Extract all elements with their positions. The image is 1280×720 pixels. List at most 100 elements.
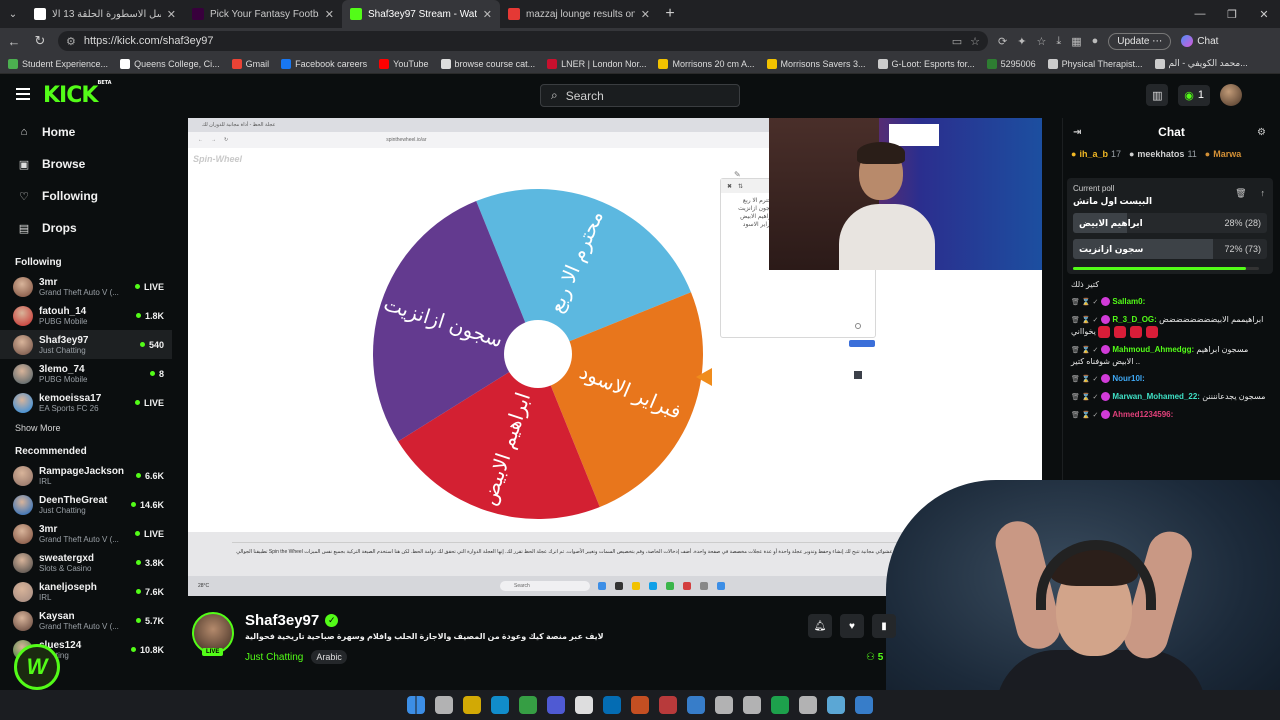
taskbar-app-icon[interactable] [519, 696, 537, 714]
delete-poll-icon[interactable]: 🗑︎ [1235, 188, 1246, 199]
minimize-button[interactable]: — [1184, 0, 1216, 28]
chat-username[interactable]: Ahmed1234596: [1112, 410, 1173, 419]
windows-start-icon[interactable] [407, 696, 425, 714]
channel-item[interactable]: kaneljoseph IRL 7.6K [0, 577, 172, 606]
language-tag[interactable]: Arabic [311, 650, 347, 664]
chat-username[interactable]: Mahmoud_Ahmedgg: [1112, 345, 1194, 354]
leaderboard-entry[interactable]: ● meekhatos 11 [1129, 146, 1197, 162]
library-icon[interactable]: ▥ [1146, 84, 1169, 106]
taskbar-app-icon[interactable] [799, 696, 817, 714]
browser-tab[interactable]: Pick Your Fantasy Football Team | ✕ [184, 0, 342, 28]
favorites-icon[interactable]: ☆ [1036, 35, 1046, 48]
url-text[interactable]: https://kick.com/shaf3ey97 [84, 35, 944, 47]
chat-settings-icon[interactable]: ⚙ [1257, 127, 1266, 138]
bookmark-item[interactable]: Facebook careers [281, 58, 367, 69]
notifications-button[interactable]: ◉ 1 [1178, 84, 1210, 106]
maximize-button[interactable]: ❐ [1216, 0, 1248, 28]
mod-actions-icon[interactable]: 🗑︎ ⌛ ✓ [1071, 299, 1098, 306]
minimize-poll-icon[interactable]: ↑ [1261, 188, 1266, 199]
poll-option[interactable]: ابراهيم الابيض 28% (28) [1073, 213, 1267, 233]
show-more-link[interactable]: Show More [0, 417, 172, 439]
channel-item[interactable]: RampageJackson IRL 6.6K [0, 461, 172, 490]
search-input[interactable]: ⌕ Search [540, 84, 740, 107]
new-tab-button[interactable]: + [658, 5, 682, 23]
nav-home[interactable]: ⌂ Home [0, 116, 172, 148]
taskbar-app-icon[interactable] [575, 696, 593, 714]
taskbar-app-icon[interactable] [715, 696, 733, 714]
bookmark-item[interactable]: Morrisons Savers 3... [766, 58, 866, 69]
nav-following[interactable]: ♡ Following [0, 180, 172, 212]
category-link[interactable]: Just Chatting [245, 652, 303, 663]
taskbar-app-icon[interactable] [603, 696, 621, 714]
channel-item[interactable]: 3lemo_74 PUBG Mobile 8 [0, 359, 172, 388]
chat-username[interactable]: Nour10l: [1112, 374, 1144, 383]
gift-icon[interactable]: ▮ [872, 614, 896, 638]
menu-icon[interactable] [16, 88, 30, 100]
taskbar-app-icon[interactable] [855, 696, 873, 714]
site-info-icon[interactable]: ⚙ [66, 35, 76, 48]
mod-actions-icon[interactable]: 🗑︎ ⌛ ✓ [1071, 376, 1098, 383]
puzzle-icon[interactable]: ✦ [1017, 35, 1026, 48]
taskbar-app-icon[interactable] [827, 696, 845, 714]
mod-actions-icon[interactable]: 🗑︎ ⌛ ✓ [1071, 347, 1098, 354]
close-window-button[interactable]: ✕ [1248, 0, 1280, 28]
bookmark-item[interactable]: Morrisons 20 cm A... [658, 58, 755, 69]
mod-actions-icon[interactable]: 🗑︎ ⌛ ✓ [1071, 317, 1098, 324]
bookmark-star-icon[interactable]: ☆ [970, 35, 980, 48]
copilot-chat-button[interactable]: Chat [1181, 35, 1218, 47]
bookmark-item[interactable]: G-Loot: Esports for... [877, 58, 975, 69]
close-tab-icon[interactable]: ✕ [167, 8, 176, 21]
mod-actions-icon[interactable]: 🗑︎ ⌛ ✓ [1071, 412, 1098, 419]
channel-item[interactable]: Shaf3ey97 Just Chatting 540 [0, 330, 172, 359]
reload-icon[interactable]: ↻ [32, 33, 48, 49]
kick-logo[interactable]: KICKBETA [43, 80, 112, 108]
back-icon[interactable]: ← [6, 34, 22, 49]
close-tab-icon[interactable]: ✕ [325, 8, 334, 21]
browser-tab[interactable]: مسلسل الاسطورة الحلقة 13 الا ✕ [26, 0, 184, 28]
nav-browse[interactable]: ▣ Browse [0, 148, 172, 180]
chat-username[interactable]: R_3_D_OG: [1112, 315, 1156, 324]
bell-icon[interactable]: 🔔︎ [808, 614, 832, 638]
channel-item[interactable]: Kaysan Grand Theft Auto V (... 5.7K [0, 606, 172, 635]
bookmark-item[interactable]: YouTube [379, 58, 429, 69]
channel-item[interactable]: 3mr Grand Theft Auto V (... LIVE [0, 519, 172, 548]
taskbar-app-icon[interactable] [435, 696, 453, 714]
collapse-chat-icon[interactable]: ⇥ [1073, 127, 1081, 138]
downloads-icon[interactable]: ⤓ [1056, 35, 1061, 48]
chat-username[interactable]: Sallam0: [1112, 297, 1145, 306]
channel-item[interactable]: kemoeissa17 EA Sports FC 26 LIVE [0, 388, 172, 417]
update-button[interactable]: Update ⋯ [1108, 32, 1172, 50]
close-tab-icon[interactable]: ✕ [641, 8, 650, 21]
taskbar-app-icon[interactable] [491, 696, 509, 714]
profile-icon[interactable]: ● [1092, 35, 1099, 47]
browser-tab[interactable]: mazzaj lounge results on Sou ✕ [500, 0, 658, 28]
bookmark-item[interactable]: Queens College, Ci... [120, 58, 220, 69]
bookmark-item[interactable]: Physical Therapist... [1047, 58, 1143, 69]
taskbar-app-icon[interactable] [687, 696, 705, 714]
tab-search-button[interactable]: ⌄ [0, 0, 26, 28]
follow-heart-icon[interactable]: ♥ [840, 614, 864, 638]
bookmark-item[interactable]: 5295006 [986, 58, 1036, 69]
bookmark-item[interactable]: محمد الكويفي - الم... [1154, 58, 1248, 69]
leaderboard-entry[interactable]: ● Marwa [1205, 146, 1244, 162]
poll-option[interactable]: سجون ازانزيت 72% (73) [1073, 239, 1267, 259]
nav-drops[interactable]: ▤ Drops [0, 212, 172, 244]
bookmark-item[interactable]: Gmail [231, 58, 269, 69]
bookmark-item[interactable]: LNER | London Nor... [547, 58, 646, 69]
taskbar-app-icon[interactable] [463, 696, 481, 714]
mod-actions-icon[interactable]: 🗑︎ ⌛ ✓ [1071, 394, 1098, 401]
install-app-icon[interactable]: ▭ [952, 35, 962, 48]
omnibox[interactable]: ⚙ https://kick.com/shaf3ey97 ▭ ☆ [58, 31, 988, 51]
bookmark-item[interactable]: Student Experience... [8, 58, 108, 69]
wheel-center[interactable] [504, 320, 572, 388]
bookmark-item[interactable]: browse course cat... [440, 58, 535, 69]
spin-wheel[interactable]: محترم الا ربعفبراير الاسودابراهيم الابيض… [368, 184, 708, 524]
channel-item[interactable]: fatouh_14 PUBG Mobile 1.8K [0, 301, 172, 330]
chat-username[interactable]: Marwan_Mohamed_22: [1112, 392, 1200, 401]
browser-tab[interactable]: Shaf3ey97 Stream - Watch Live ✕ [342, 0, 500, 28]
channel-item[interactable]: 3mr Grand Theft Auto V (... LIVE [0, 272, 172, 301]
taskbar-app-icon[interactable] [743, 696, 761, 714]
extension-icon[interactable]: ⟳ [998, 35, 1007, 48]
taskbar-app-icon[interactable] [659, 696, 677, 714]
user-avatar[interactable] [1220, 84, 1242, 106]
